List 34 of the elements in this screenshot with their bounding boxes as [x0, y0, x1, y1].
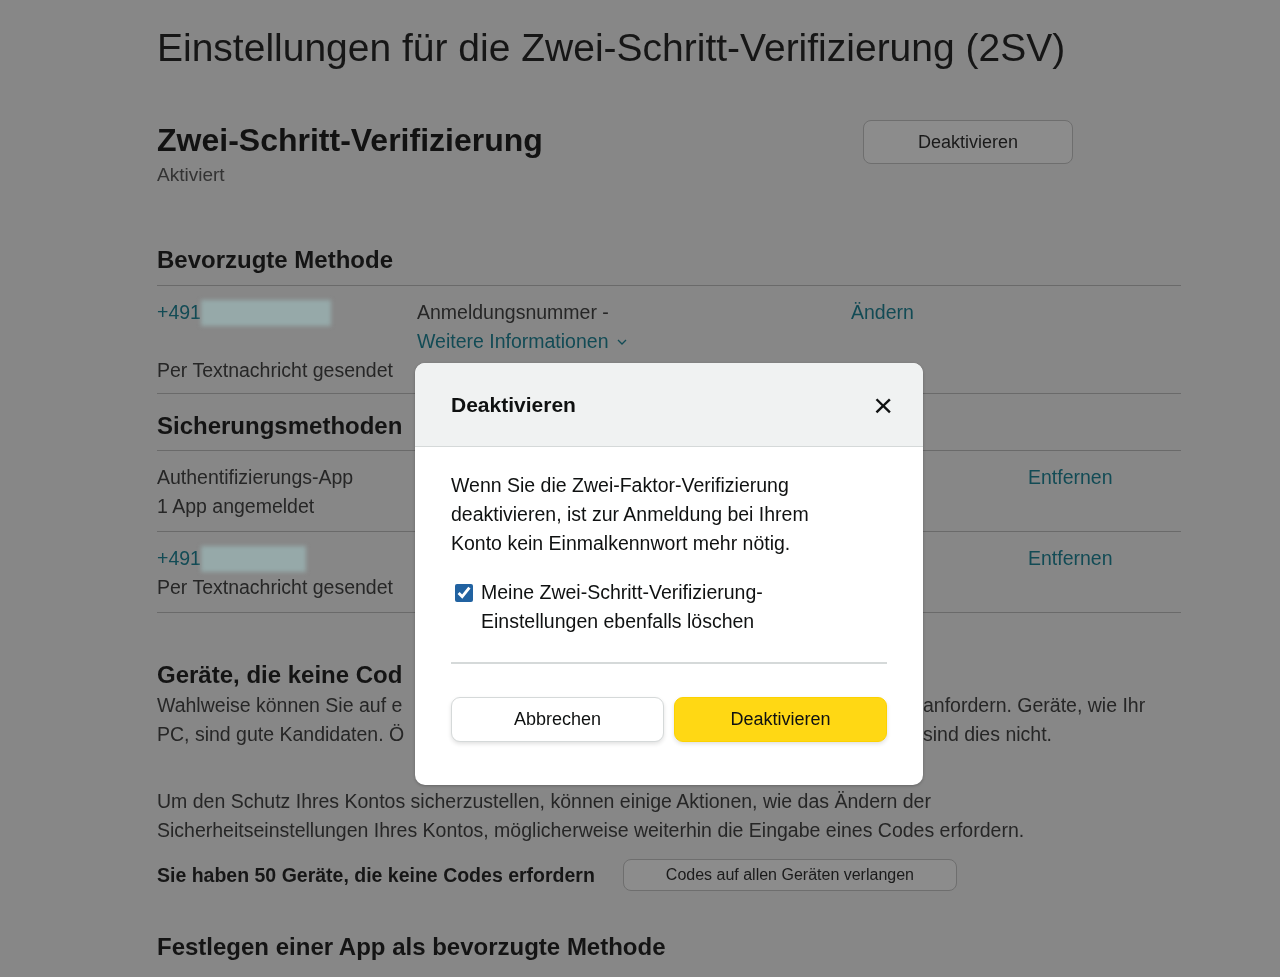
section-heading: Festlegen einer App als bevorzugte Methode — [157, 932, 667, 962]
deactivate-button[interactable]: Deaktivieren — [862, 120, 1073, 164]
delivery-text: Per Textnachricht gesendet — [157, 358, 393, 383]
description-text: Wahlweise können Sie auf e — [157, 693, 404, 718]
dialog-message: Wenn Sie die Zwei-Faktor-Verifizierung deaktivieren, ist zur Anmeldung bei Ihrem Konto kein Einmalkennwort mehr nötig. — [451, 473, 810, 556]
more-info-link[interactable]: Weitere Informationen — [417, 327, 609, 356]
page-title: Einstellungen für die Zwei-Schritt-Verifizierung (2SV) — [157, 25, 1067, 71]
devices-summary: Sie haben 50 Geräte, die keine Codes erfordern — [157, 863, 595, 887]
section-heading: Geräte, die keine Cod — [157, 660, 404, 690]
status-text: Aktiviert — [157, 164, 226, 186]
notice-paragraph: Um den Schutz Ihres Kontos sicherzustellen, können einige Aktionen, wie das Ändern der Sicherheitseinstellungen Ihres Kontos, möglicherweise weiterhin die Eingabe eines Codes erfordern. — [157, 789, 1026, 843]
description-text: anfordern. Geräte, wie Ihr — [923, 693, 1147, 718]
change-link[interactable]: Ändern — [851, 301, 914, 323]
chevron-down-icon — [616, 338, 627, 345]
section-title: Zwei-Schritt-Verifizierung — [157, 121, 543, 160]
checkbox-label: Meine Zwei-Schritt-Verifizierung-Einstellungen ebenfalls löschen — [481, 580, 764, 634]
delete-settings-checkbox[interactable] — [455, 584, 473, 602]
dialog-title: Deaktivieren — [451, 392, 576, 417]
require-codes-button[interactable]: Codes auf allen Geräten verlangen — [622, 859, 957, 891]
remove-link[interactable]: Entfernen — [1028, 466, 1113, 488]
phone-number: +491 — [157, 300, 201, 325]
phone-number: +491 — [157, 546, 201, 571]
method-title: Authentifizierungs-App — [157, 465, 354, 490]
cancel-button[interactable]: Abbrechen — [451, 697, 664, 742]
method-subtitle: Per Textnachricht gesendet — [157, 575, 394, 600]
remove-link[interactable]: Entfernen — [1028, 547, 1113, 569]
section-heading: Bevorzugte Methode — [157, 245, 394, 275]
description-text: PC, sind gute Kandidaten. Ö — [157, 722, 406, 747]
section-heading: Sicherungsmethoden — [157, 411, 404, 441]
description-text: sind dies nicht. — [923, 722, 1053, 747]
number-label: Anmeldungsnummer - — [417, 300, 610, 325]
method-subtitle: 1 App angemeldet — [157, 494, 316, 519]
close-button[interactable]: × — [873, 387, 893, 422]
deactivate-confirm-button[interactable]: Deaktivieren — [674, 697, 887, 742]
